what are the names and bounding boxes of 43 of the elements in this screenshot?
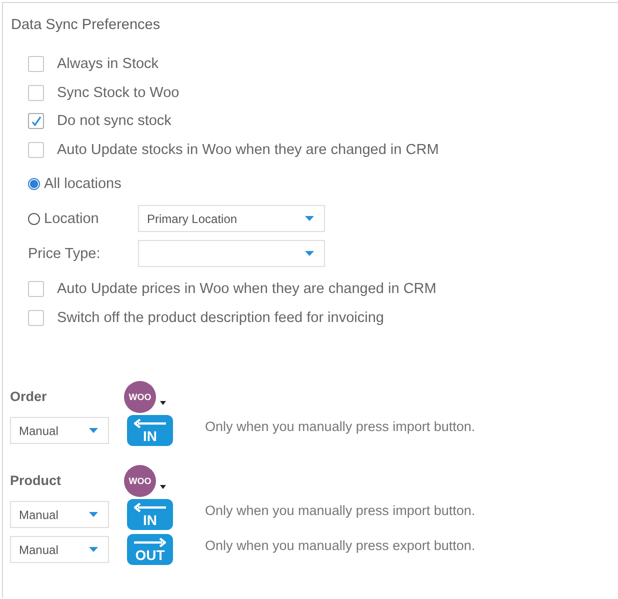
radio-button[interactable] (28, 178, 40, 190)
caret-icon (305, 216, 314, 221)
checkbox-label: Auto Update prices in Woo when they are changed in CRM (57, 281, 436, 298)
location-dropdown[interactable]: Primary Location (138, 205, 325, 232)
import-button[interactable]: IN (127, 499, 173, 530)
mode-dropdown[interactable]: Manual (10, 536, 109, 563)
section-label: Order (10, 389, 48, 404)
description-text: Only when you manually press import button. (205, 419, 476, 434)
checkbox-label: Switch off the product description feed for invoicing (57, 310, 384, 326)
caret-icon (160, 484, 166, 488)
checkbox[interactable] (28, 310, 44, 326)
caret-icon (89, 547, 98, 552)
checkbox[interactable] (28, 113, 44, 130)
checkbox-label: Do not sync stock (57, 113, 172, 130)
arrow-right-icon (134, 538, 166, 546)
arrow-left-icon (134, 502, 166, 512)
arrow-left-icon (134, 418, 166, 428)
checkbox[interactable] (28, 142, 44, 158)
caret-icon (89, 512, 98, 517)
section-title: Data Sync Preferences (11, 17, 162, 33)
price-type-dropdown[interactable] (138, 240, 325, 267)
mode-dropdown[interactable]: Manual (10, 417, 109, 444)
checkbox-label: Auto Update stocks in Woo when they are changed in CRM (57, 142, 439, 158)
caret-icon (89, 428, 98, 433)
checkbox[interactable] (28, 56, 44, 72)
checkbox-label: Sync Stock to Woo (57, 84, 180, 101)
caret-icon (305, 251, 314, 256)
field-label: Price Type: (28, 246, 102, 262)
import-button[interactable]: IN (127, 415, 173, 446)
description-text: Only when you manually press export button. (205, 538, 476, 553)
checkbox[interactable] (28, 281, 44, 298)
checkbox-label: Always in Stock (57, 56, 159, 72)
radio-label: Location (44, 210, 99, 226)
checkbox[interactable] (28, 84, 44, 101)
description-text: Only when you manually press import button. (205, 503, 476, 518)
radio-label: All locations (44, 176, 122, 192)
caret-icon (160, 400, 166, 404)
section-label: Product (10, 473, 62, 488)
mode-dropdown[interactable]: Manual (10, 501, 109, 528)
woo-badge[interactable]: WOO (124, 380, 156, 412)
radio-button[interactable] (28, 212, 40, 224)
export-button[interactable]: OUT (127, 534, 173, 565)
woo-badge[interactable]: WOO (124, 464, 156, 496)
